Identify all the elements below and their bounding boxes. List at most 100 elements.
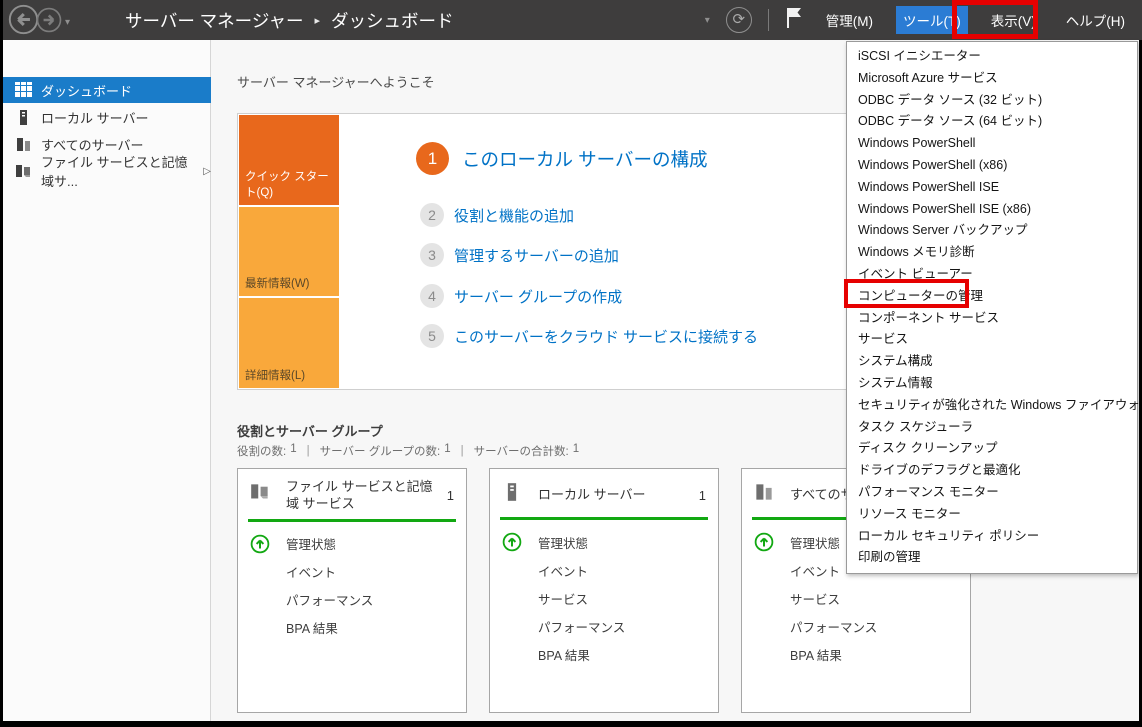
quickstart-step-4[interactable]: 4 サーバー グループの作成 [420, 284, 622, 308]
tools-menu-item-system-configuration[interactable]: システム構成 [847, 351, 1137, 373]
menu-manage[interactable]: 管理(M) [819, 6, 880, 34]
refresh-icon[interactable]: ⟳ [726, 7, 752, 33]
tools-menu-item-system-information[interactable]: システム情報 [847, 373, 1137, 395]
step-number-badge: 1 [416, 142, 449, 175]
tools-menu-item-task-scheduler[interactable]: タスク スケジューラ [847, 417, 1137, 439]
tab-whats-new[interactable]: 最新情報(W) [239, 207, 339, 296]
card-item-label: イベント [790, 561, 840, 580]
sidebar-item-dashboard[interactable]: ダッシュボード [3, 77, 211, 103]
notifications-flag-icon[interactable] [785, 6, 803, 35]
breadcrumb: サーバー マネージャー ▸ ダッシュボード [125, 0, 454, 40]
tools-menu-item-odbc-64[interactable]: ODBC データ ソース (64 ビット) [847, 111, 1137, 133]
card-count: 1 [441, 488, 454, 503]
menu-view[interactable]: 表示(V) [984, 6, 1043, 34]
card-header[interactable]: ローカル サーバー 1 [490, 469, 718, 517]
tab-quick-start[interactable]: クイック スタート(Q) [239, 115, 339, 205]
tab-label: 最新情報(W) [245, 275, 310, 291]
tab-learn-more[interactable]: 詳細情報(L) [239, 298, 339, 388]
menu-tools[interactable]: ツール(T) [896, 6, 968, 34]
sidebar: ダッシュボード ローカル サーバー すべてのサーバー ファイル サービスと記憶域… [3, 40, 211, 721]
card-header[interactable]: ファイル サービスと記憶域 サービス 1 [238, 469, 466, 519]
card-item-performance[interactable]: パフォーマンス [250, 586, 466, 614]
tab-label: クイック スタート(Q) [245, 168, 335, 200]
tools-menu-item-windows-server-backup[interactable]: Windows Server バックアップ [847, 220, 1137, 242]
card-title[interactable]: ローカル サーバー [538, 487, 645, 504]
sidebar-item-local-server[interactable]: ローカル サーバー [3, 104, 211, 130]
forward-icon[interactable] [36, 7, 62, 38]
chevron-right-icon[interactable]: ▷ [203, 166, 211, 177]
menu-help[interactable]: ヘルプ(H) [1059, 6, 1132, 34]
tools-menu-item-services[interactable]: サービス [847, 329, 1137, 351]
tools-menu-item-component-services[interactable]: コンポーネント サービス [847, 308, 1137, 330]
tools-menu-item-print-management[interactable]: 印刷の管理 [847, 547, 1137, 569]
tools-menu-item-event-viewer[interactable]: イベント ビューアー [847, 264, 1137, 286]
tools-menu-item-local-security-policy[interactable]: ローカル セキュリティ ポリシー [847, 526, 1137, 548]
welcome-side-tabs: クイック スタート(Q) 最新情報(W) 詳細情報(L) [239, 115, 339, 388]
card-item-label: イベント [286, 562, 336, 581]
local-server-icon [15, 109, 32, 126]
quickstart-step-2[interactable]: 2 役割と機能の追加 [420, 203, 574, 227]
server-caret-icon[interactable]: ▾ [705, 15, 710, 26]
card-item-label: 管理状態 [538, 533, 588, 552]
tools-menu-item-powershell-ise-x86[interactable]: Windows PowerShell ISE (x86) [847, 199, 1137, 221]
step-link[interactable]: 管理するサーバーの追加 [454, 245, 619, 266]
tools-menu-item-microsoft-azure-services[interactable]: Microsoft Azure サービス [847, 68, 1137, 90]
card-item-bpa-results[interactable]: BPA 結果 [250, 614, 466, 642]
server-manager-window: ▾ サーバー マネージャー ▸ ダッシュボード ▾ ⟳ 管理(M) ツール(T)… [0, 0, 1142, 727]
card-item-label: 管理状態 [790, 533, 840, 552]
tools-menu-item-windows-memory-diagnostic[interactable]: Windows メモリ診断 [847, 242, 1137, 264]
card-item-manageability[interactable]: 管理状態 [250, 530, 466, 558]
window-border-bottom [0, 721, 1142, 727]
quickstart-step-3[interactable]: 3 管理するサーバーの追加 [420, 243, 619, 267]
card-item-services[interactable]: サービス [502, 584, 718, 612]
quickstart-step-5[interactable]: 5 このサーバーをクラウド サービスに接続する [420, 324, 758, 348]
tools-dropdown-menu: iSCSI イニシエーター Microsoft Azure サービス ODBC … [846, 41, 1138, 574]
step-link[interactable]: 役割と機能の追加 [454, 205, 574, 226]
roles-counts: 役割の数:1 | サーバー グループの数:1 | サーバーの合計数:1 [237, 443, 579, 459]
sidebar-item-label: すべてのサーバー [41, 135, 143, 154]
tools-menu-item-disk-cleanup[interactable]: ディスク クリーンアップ [847, 438, 1137, 460]
step-link[interactable]: このサーバーをクラウド サービスに接続する [454, 326, 758, 347]
page-title: ダッシュボード [331, 8, 454, 33]
tools-menu-item-powershell-ise[interactable]: Windows PowerShell ISE [847, 177, 1137, 199]
count-label: サーバー グループの数: [320, 443, 441, 459]
tools-menu-item-performance-monitor[interactable]: パフォーマンス モニター [847, 482, 1137, 504]
card-item-bpa-results[interactable]: BPA 結果 [502, 640, 718, 668]
back-icon[interactable] [8, 4, 39, 40]
card-item-services[interactable]: サービス [754, 584, 970, 612]
welcome-heading: サーバー マネージャーへようこそ [237, 72, 435, 91]
card-item-label: イベント [538, 561, 588, 580]
card-item-bpa-results[interactable]: BPA 結果 [754, 640, 970, 668]
card-item-performance[interactable]: パフォーマンス [754, 612, 970, 640]
tools-menu-item-odbc-32[interactable]: ODBC データ ソース (32 ビット) [847, 90, 1137, 112]
nav-buttons: ▾ [8, 4, 70, 40]
step-link[interactable]: このローカル サーバーの構成 [462, 146, 707, 172]
card-item-events[interactable]: イベント [502, 556, 718, 584]
card-item-label: パフォーマンス [790, 617, 877, 636]
card-item-manageability[interactable]: 管理状態 [502, 528, 718, 556]
count-separator: | [307, 445, 310, 457]
tools-menu-item-powershell-x86[interactable]: Windows PowerShell (x86) [847, 155, 1137, 177]
count-label: 役割の数: [237, 443, 286, 459]
tools-menu-item-computer-management[interactable]: コンピューターの管理 [847, 286, 1137, 308]
tools-menu-item-windows-firewall-advanced[interactable]: セキュリティが強化された Windows ファイアウォール [847, 395, 1137, 417]
card-item-performance[interactable]: パフォーマンス [502, 612, 718, 640]
dashboard-icon [15, 82, 32, 99]
manageability-up-icon [502, 532, 522, 552]
tools-menu-item-defragment-optimize-drives[interactable]: ドライブのデフラグと最適化 [847, 460, 1137, 482]
step-link[interactable]: サーバー グループの作成 [454, 286, 622, 307]
tools-menu-item-powershell[interactable]: Windows PowerShell [847, 133, 1137, 155]
nav-history-caret-icon[interactable]: ▾ [65, 17, 70, 28]
count-value: 1 [290, 443, 296, 459]
card-item-events[interactable]: イベント [250, 558, 466, 586]
tools-menu-item-iscsi-initiator[interactable]: iSCSI イニシエーター [847, 46, 1137, 68]
quickstart-step-1[interactable]: 1 このローカル サーバーの構成 [416, 142, 707, 175]
all-servers-icon [15, 136, 32, 153]
sidebar-item-file-storage-services[interactable]: ファイル サービスと記憶域サ... ▷ [3, 158, 211, 184]
step-number-badge: 2 [420, 203, 444, 227]
titlebar-divider [768, 9, 769, 31]
card-file-storage-services: ファイル サービスと記憶域 サービス 1 管理状態 イベント パフォーマンス B… [237, 468, 467, 713]
card-title[interactable]: ファイル サービスと記憶域 サービス [286, 479, 441, 513]
tools-menu-item-resource-monitor[interactable]: リソース モニター [847, 504, 1137, 526]
card-item-label: パフォーマンス [538, 617, 625, 636]
